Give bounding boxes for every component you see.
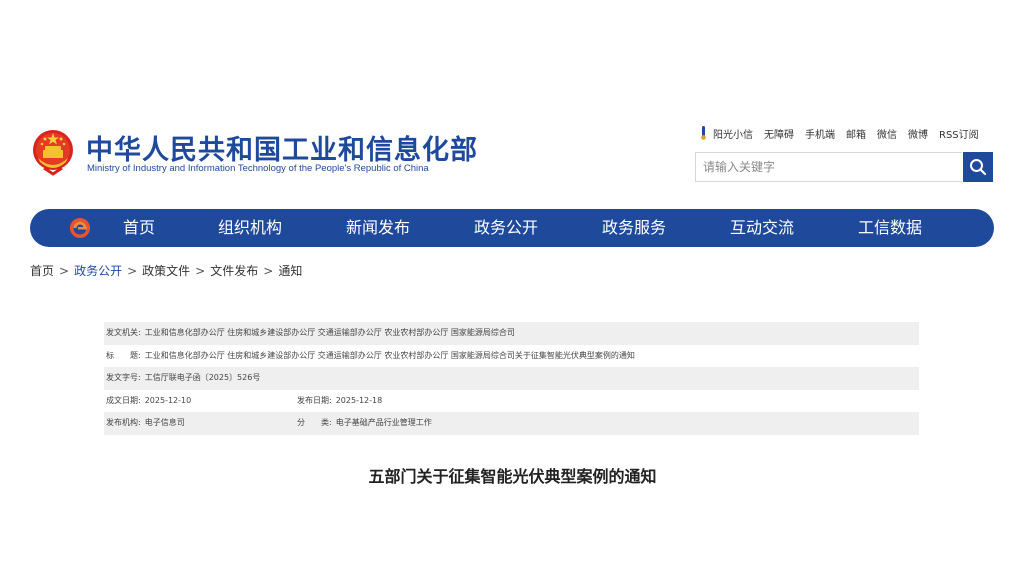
nav-item-gov-services[interactable]: 政务服务 [602, 209, 666, 247]
info-row-title: 标 题: 工业和信息化部办公厅 住房和城乡建设部办公厅 交通运输部办公厅 农业农村… [104, 345, 919, 368]
sunshine-icon [701, 126, 706, 140]
doc-no-value: 工信厅联电子函〔2025〕526号 [144, 373, 261, 383]
search-input[interactable] [695, 152, 962, 182]
category-label: 分 类: [297, 418, 332, 428]
top-link-rss[interactable]: RSS订阅 [939, 126, 979, 141]
site-subtitle-en: Ministry of Industry and Information Tec… [87, 163, 429, 174]
national-emblem-icon [33, 130, 73, 176]
search-icon [970, 159, 987, 176]
org-label: 发布机构: [106, 418, 141, 428]
breadcrumb: 首页 > 政务公开 > 政策文件 > 文件发布 > 通知 [30, 262, 302, 279]
doc-no-label: 发文字号: [106, 373, 141, 383]
nav-item-interaction[interactable]: 互动交流 [730, 209, 794, 247]
top-link-mobile[interactable]: 手机端 [805, 126, 835, 141]
breadcrumb-notice[interactable]: 通知 [278, 264, 302, 278]
breadcrumb-separator: > [195, 264, 206, 278]
nav-item-home[interactable]: 首页 [123, 209, 155, 247]
created-value: 2025-12-10 [144, 395, 192, 405]
breadcrumb-gov-affairs[interactable]: 政务公开 [74, 264, 122, 278]
nav-item-news[interactable]: 新闻发布 [346, 209, 410, 247]
breadcrumb-separator: > [127, 264, 138, 278]
breadcrumb-doc-release[interactable]: 文件发布 [210, 264, 258, 278]
breadcrumb-home[interactable]: 首页 [30, 264, 54, 278]
created-label: 成文日期: [106, 395, 141, 405]
info-row-doc-no: 发文字号: 工信厅联电子函〔2025〕526号 [104, 367, 919, 390]
issuer-label: 发文机关: [106, 328, 141, 337]
title-label: 标 题: [106, 350, 141, 360]
info-row-dates: 成文日期: 2025-12-10 发布日期: 2025-12-18 [104, 390, 919, 413]
org-value: 电子信息司 [144, 418, 185, 428]
nav-item-gov-affairs-open[interactable]: 政务公开 [474, 209, 538, 247]
top-link-accessibility[interactable]: 无障碍 [764, 126, 794, 141]
breadcrumb-policy-docs[interactable]: 政策文件 [142, 264, 190, 278]
breadcrumb-separator: > [263, 264, 274, 278]
document-heading: 五部门关于征集智能光伏典型案例的通知 [368, 467, 657, 486]
top-link-sunshine[interactable]: 阳光小信 [713, 126, 753, 141]
miit-logo-icon[interactable] [68, 216, 92, 240]
published-label: 发布日期: [297, 395, 332, 405]
issuer-value: 工业和信息化部办公厅 住房和城乡建设部办公厅 交通运输部办公厅 农业农村部办公厅… [144, 328, 515, 337]
top-link-wechat[interactable]: 微信 [877, 126, 897, 141]
nav-item-data[interactable]: 工信数据 [858, 209, 922, 247]
top-links-bar: 阳光小信 无障碍 手机端 邮箱 微信 微博 RSS订阅 [697, 125, 979, 141]
info-row-org: 发布机构: 电子信息司 分 类: 电子基础产品行业管理工作 [104, 412, 919, 435]
search-button[interactable] [963, 152, 993, 182]
breadcrumb-separator: > [59, 264, 70, 278]
category-value: 电子基础产品行业管理工作 [335, 418, 432, 428]
nav-item-organization[interactable]: 组织机构 [218, 209, 282, 247]
document-info-table: 发文机关: 工业和信息化部办公厅 住房和城乡建设部办公厅 交通运输部办公厅 农业农… [104, 322, 919, 435]
site-title[interactable]: 中华人民共和国工业和信息化部 [86, 128, 478, 167]
info-row-issuer: 发文机关: 工业和信息化部办公厅 住房和城乡建设部办公厅 交通运输部办公厅 农业农… [104, 322, 919, 345]
title-value: 工业和信息化部办公厅 住房和城乡建设部办公厅 交通运输部办公厅 农业农村部办公厅… [144, 350, 635, 360]
top-link-email[interactable]: 邮箱 [846, 126, 866, 141]
published-value: 2025-12-18 [335, 395, 383, 405]
top-link-weibo[interactable]: 微博 [908, 126, 928, 141]
